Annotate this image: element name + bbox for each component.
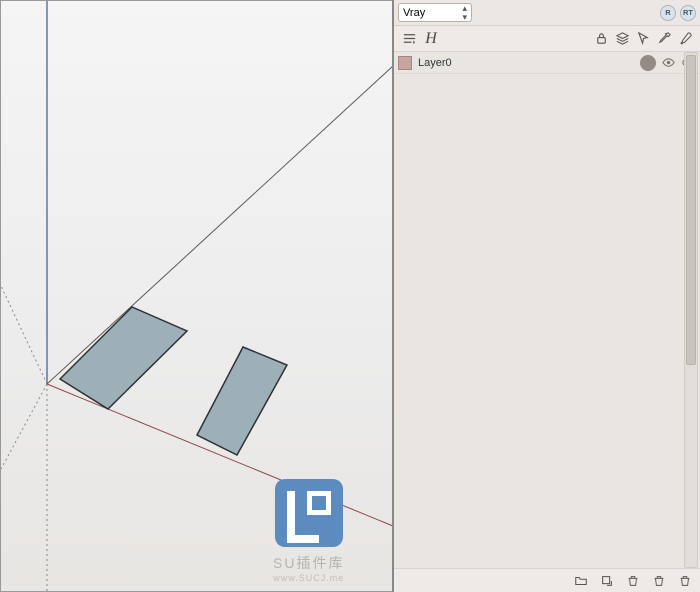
- dropdown-value: Vray: [403, 7, 425, 19]
- layer-list[interactable]: Layer0: [394, 52, 700, 568]
- vertical-scrollbar[interactable]: [684, 52, 698, 568]
- folder-icon[interactable]: [572, 572, 590, 590]
- filter-letter[interactable]: H: [421, 30, 441, 48]
- layer-row[interactable]: Layer0: [394, 52, 700, 74]
- trash-icon[interactable]: [650, 572, 668, 590]
- dropdown-arrows-icon: ▴▾: [462, 4, 467, 22]
- shape-slab-1[interactable]: [60, 307, 187, 409]
- rt-render-button[interactable]: RT: [680, 5, 696, 21]
- panel-toolbar: H: [394, 26, 700, 52]
- layers-panel: Vray ▴▾ R RT H Layer0: [392, 0, 700, 592]
- trash-icon[interactable]: [624, 572, 642, 590]
- panel-header: Vray ▴▾ R RT: [394, 0, 700, 26]
- layers-icon[interactable]: [613, 30, 631, 48]
- new-layer-icon[interactable]: [598, 572, 616, 590]
- layer-name[interactable]: Layer0: [418, 57, 634, 69]
- axis-neg-x: [1, 384, 47, 469]
- renderer-dropdown[interactable]: Vray ▴▾: [398, 3, 472, 22]
- trash-icon[interactable]: [676, 572, 694, 590]
- panel-footer: [394, 568, 700, 592]
- layer-visibility-eye-icon[interactable]: [660, 55, 676, 71]
- axis-neg-y: [1, 286, 47, 384]
- eyedropper-icon[interactable]: [655, 30, 673, 48]
- lock-icon[interactable]: [592, 30, 610, 48]
- axis-y: [47, 66, 393, 384]
- layer-swatch[interactable]: [398, 56, 412, 70]
- brush-icon[interactable]: [676, 30, 694, 48]
- layer-active-dot-icon[interactable]: [640, 55, 656, 71]
- options-icon[interactable]: [400, 30, 418, 48]
- cursor-icon[interactable]: [634, 30, 652, 48]
- render-button[interactable]: R: [660, 5, 676, 21]
- shape-slab-2[interactable]: [197, 347, 287, 455]
